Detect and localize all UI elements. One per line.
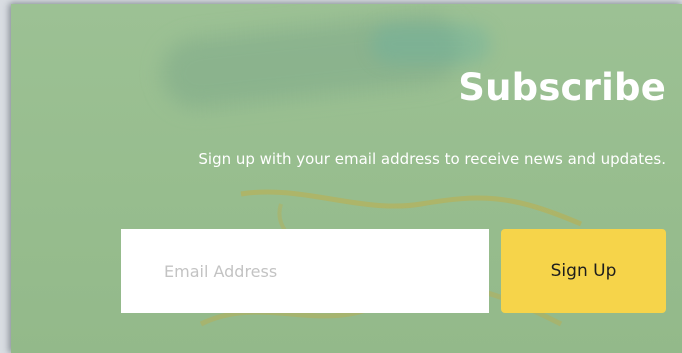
- sign-up-button[interactable]: Sign Up: [501, 229, 666, 313]
- background-blur-shape-accent: [371, 24, 491, 64]
- subscribe-description: Sign up with your email address to recei…: [198, 150, 666, 168]
- subscribe-panel: Subscribe Sign up with your email addres…: [11, 4, 682, 353]
- subscribe-title: Subscribe: [458, 66, 666, 109]
- email-input[interactable]: [121, 229, 489, 313]
